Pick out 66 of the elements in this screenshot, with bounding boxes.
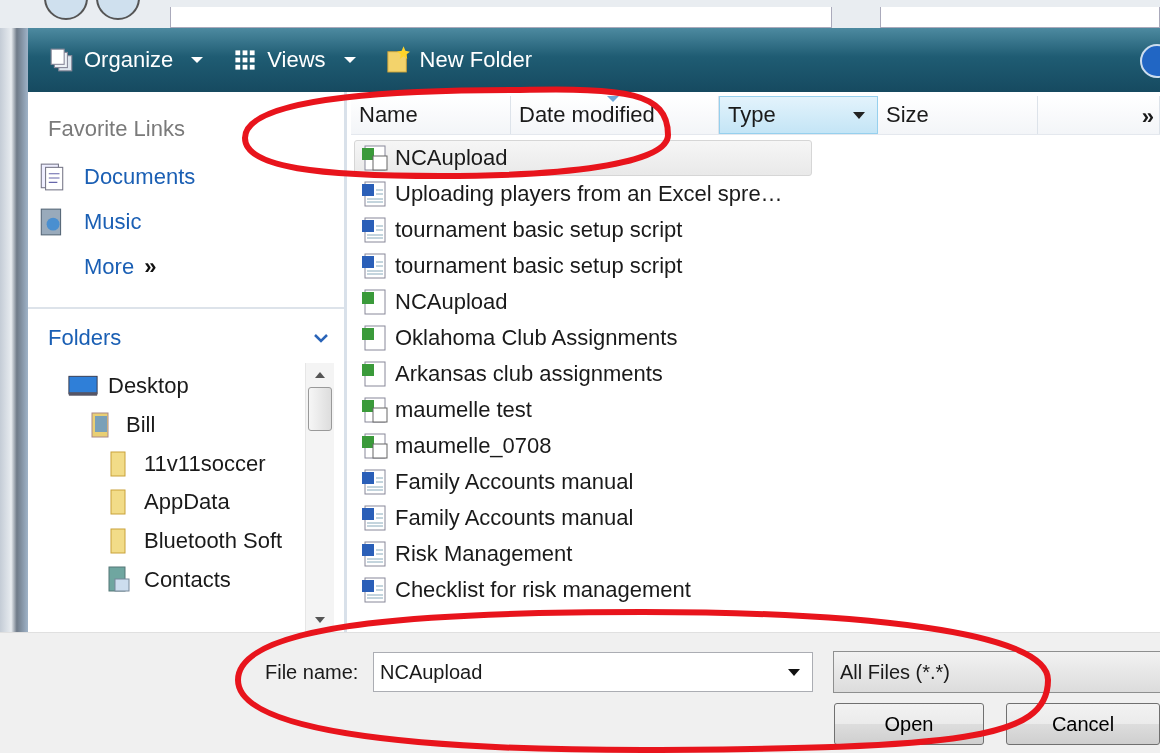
sort-indicator-icon bbox=[607, 96, 619, 102]
chevron-icon bbox=[314, 333, 328, 343]
search-field[interactable] bbox=[880, 7, 1160, 28]
caret-icon bbox=[343, 57, 356, 63]
scrollbar[interactable] bbox=[305, 363, 334, 632]
tree-item[interactable]: Bluetooth Soft bbox=[28, 521, 305, 561]
spreadsheet-shortcut-icon bbox=[361, 396, 389, 424]
file-item[interactable]: NCAupload bbox=[354, 140, 812, 176]
toolbar-button[interactable]: New Folder bbox=[379, 40, 539, 80]
file-item[interactable]: Uploading players from an Excel spre… bbox=[354, 176, 812, 212]
file-item[interactable]: Family Accounts manual bbox=[354, 500, 812, 536]
spreadsheet-icon bbox=[361, 324, 389, 352]
scroll-up-icon bbox=[314, 371, 326, 379]
file-item[interactable]: Family Accounts manual bbox=[354, 464, 812, 500]
tree-item[interactable]: Bill bbox=[28, 405, 305, 445]
open-button[interactable]: Open bbox=[834, 703, 985, 745]
file-item[interactable]: tournament basic setup script bbox=[354, 248, 812, 284]
document-icon bbox=[361, 504, 389, 532]
tree-item[interactable]: 11v11soccer bbox=[28, 444, 305, 484]
file-item[interactable]: Oklahoma Club Assignments bbox=[354, 320, 812, 356]
tree-item[interactable]: Contacts bbox=[28, 560, 305, 600]
more-columns-button[interactable]: » bbox=[1141, 104, 1154, 130]
favorite-link[interactable]: Documents bbox=[28, 154, 344, 199]
file-name-field[interactable]: NCAupload bbox=[373, 652, 813, 692]
pages-icon bbox=[50, 47, 74, 73]
file-item[interactable]: NCAupload bbox=[354, 284, 812, 320]
favorite-link[interactable]: More » bbox=[28, 244, 344, 289]
file-item[interactable]: Arkansas club assignments bbox=[354, 356, 812, 392]
caret-icon bbox=[191, 57, 204, 63]
folder-icon bbox=[385, 44, 410, 76]
file-item[interactable]: Checklist for risk management bbox=[354, 572, 812, 608]
favorite-link[interactable]: Music bbox=[28, 199, 344, 244]
column-header[interactable]: Name bbox=[351, 96, 511, 134]
spreadsheet-icon bbox=[361, 288, 389, 316]
column-header[interactable]: Type bbox=[719, 96, 878, 134]
file-name-label: File name: bbox=[265, 660, 360, 684]
document-icon bbox=[361, 180, 389, 208]
document-icon bbox=[361, 576, 389, 604]
column-header[interactable]: Date modified bbox=[511, 96, 719, 134]
section-title: Favorite Links bbox=[47, 115, 186, 143]
document-icon bbox=[361, 468, 389, 496]
tree-item[interactable]: AppData bbox=[28, 483, 305, 522]
address-field[interactable] bbox=[170, 7, 832, 28]
grid-icon bbox=[233, 47, 258, 73]
dropdown-icon bbox=[788, 668, 800, 676]
dropdown-icon bbox=[853, 112, 865, 119]
document-icon bbox=[361, 252, 389, 280]
toolbar-button[interactable]: Organize bbox=[44, 43, 210, 77]
document-icon bbox=[361, 216, 389, 244]
spreadsheet-icon bbox=[361, 360, 389, 388]
column-header[interactable]: Size bbox=[878, 96, 1038, 134]
tree-item[interactable]: Desktop bbox=[28, 367, 305, 406]
file-type-dropdown[interactable]: All Files (*.*) bbox=[833, 651, 1160, 693]
file-item[interactable]: maumelle_0708 bbox=[354, 428, 812, 464]
document-icon bbox=[38, 161, 66, 192]
document-icon bbox=[361, 540, 389, 568]
toolbar-button[interactable]: Views bbox=[227, 43, 362, 77]
spreadsheet-shortcut-icon bbox=[361, 432, 389, 460]
folders-header[interactable]: Folders bbox=[28, 309, 344, 363]
file-item[interactable]: maumelle test bbox=[354, 392, 812, 428]
scroll-down-icon bbox=[314, 616, 326, 624]
scroll-thumb[interactable] bbox=[308, 387, 332, 431]
cancel-button[interactable]: Cancel bbox=[1006, 703, 1160, 745]
file-item[interactable]: tournament basic setup script bbox=[354, 212, 812, 248]
file-item[interactable]: Risk Management bbox=[354, 536, 812, 572]
spreadsheet-shortcut-icon bbox=[361, 144, 389, 172]
